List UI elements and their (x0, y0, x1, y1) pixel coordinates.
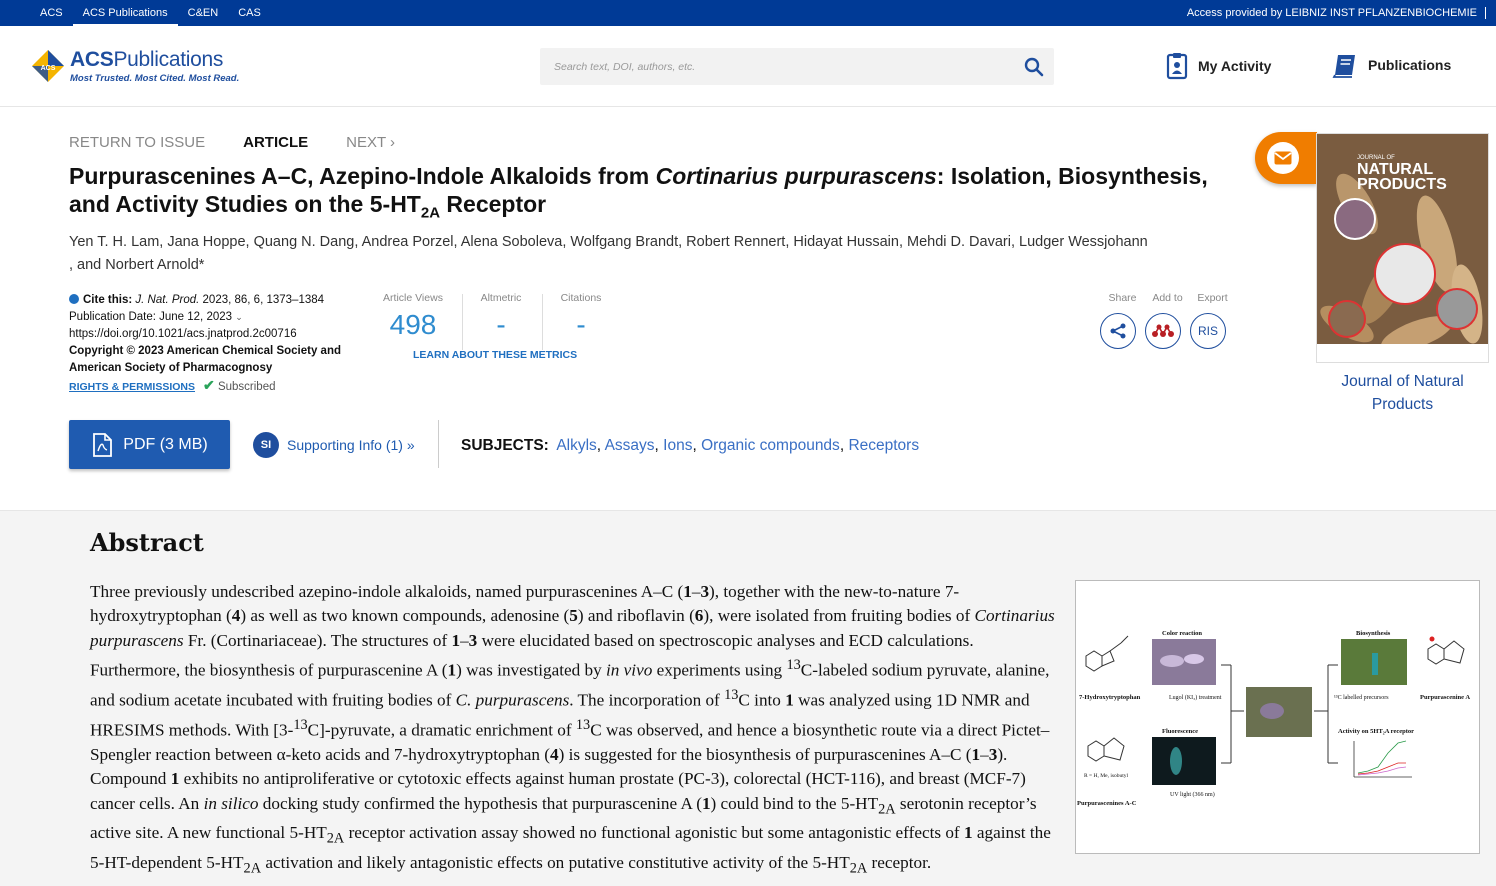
top-bar: ACS ACS Publications C&EN CAS Access pro… (0, 0, 1496, 26)
export-label: Export (1197, 292, 1228, 304)
subject-link-ions[interactable]: Ions (663, 437, 692, 454)
add-to-mendeley-button[interactable] (1145, 313, 1181, 349)
copyright-text: Copyright © 2023 American Chemical Socie… (69, 345, 341, 374)
doi-link[interactable]: https://doi.org/10.1021/acs.jnatprod.2c0… (69, 326, 359, 343)
svg-text:Lugol (KI₃) treatment: Lugol (KI₃) treatment (1169, 694, 1222, 701)
top-link-acs-publications[interactable]: ACS Publications (72, 0, 178, 26)
share-button[interactable] (1100, 313, 1136, 349)
article-title: Purpurascenines A–C, Azepino-Indole Alka… (69, 163, 1208, 222)
author-list: Yen T. H. Lam, Jana Hoppe, Quang N. Dang… (69, 231, 1219, 277)
altmetric-metric: Altmetric - (480, 292, 522, 340)
journal-cover-image[interactable]: JOURNAL OF NATURAL PRODUCTS (1316, 133, 1489, 363)
my-activity-label: My Activity (1198, 58, 1272, 74)
svg-text:ACS: ACS (41, 65, 56, 72)
top-links: ACS ACS Publications C&EN CAS (30, 0, 271, 26)
subjects-label: SUBJECTS: (461, 437, 549, 454)
subject-link-alkyls[interactable]: Alkyls (556, 437, 596, 454)
envelope-icon (1274, 151, 1292, 165)
subscribed-badge: ✔ Subscribed (203, 377, 276, 393)
svg-text:Activity on 5HT₂A receptor: Activity on 5HT₂A receptor (1338, 728, 1414, 735)
authors-line-2[interactable]: , and Norbert Arnold* (69, 254, 1219, 277)
article-views-metric: Article Views 498 (383, 292, 443, 340)
logo-tagline: Most Trusted. Most Cited. Most Read. (70, 73, 240, 84)
subject-link-assays[interactable]: Assays (605, 437, 655, 454)
search-bar (540, 48, 1054, 85)
search-input[interactable] (540, 48, 1010, 85)
pdf-label: PDF (3 MB) (123, 435, 208, 453)
check-circle-icon (69, 294, 79, 304)
top-link-cas[interactable]: CAS (228, 0, 271, 26)
acs-logo-icon: ACS (30, 48, 66, 84)
citation-block: Cite this: J. Nat. Prod. 2023, 86, 6, 13… (69, 292, 359, 396)
share-panel: Share Add to Export RIS (1100, 292, 1240, 349)
authors-line-1[interactable]: Yen T. H. Lam, Jana Hoppe, Quang N. Dang… (69, 231, 1219, 254)
acs-publications-logo[interactable]: ACS ACSPublications Most Trusted. Most C… (30, 48, 239, 84)
cite-ref: 2023, 86, 6, 1373–1384 (199, 294, 325, 306)
article-tab[interactable]: ARTICLE (243, 134, 308, 151)
my-activity-button[interactable]: My Activity (1166, 52, 1271, 80)
svg-text:UV light (366 nm): UV light (366 nm) (1170, 791, 1215, 798)
toc-graphic[interactable]: 7-Hydroxytryptophan Color reaction Lugol… (1075, 580, 1480, 854)
logo-brand: ACSPublications (70, 48, 224, 71)
svg-text:7-Hydroxytryptophan: 7-Hydroxytryptophan (1079, 694, 1141, 701)
supporting-info-label: Supporting Info (1) » (287, 437, 415, 453)
journal-name-link[interactable]: Journal of Natural Products (1316, 370, 1489, 416)
metrics-panel: Article Views 498 Altmetric - Citations … (380, 292, 601, 372)
article-nav: RETURN TO ISSUE ARTICLE NEXT › (69, 134, 433, 151)
svg-text:PRODUCTS: PRODUCTS (1357, 176, 1447, 193)
subjects: SUBJECTS: Alkyls, Assays, Ions, Organic … (461, 437, 920, 454)
pdf-download-button[interactable]: PDF (3 MB) (69, 420, 230, 469)
learn-metrics-link[interactable]: LEARN ABOUT THESE METRICS (413, 349, 577, 361)
top-link-cen[interactable]: C&EN (178, 0, 229, 26)
svg-text:Purpurascenine A: Purpurascenine A (1420, 694, 1470, 701)
divider (438, 420, 439, 468)
email-alert-button[interactable] (1255, 132, 1317, 184)
export-ris-button[interactable]: RIS (1190, 313, 1226, 349)
supporting-info-link[interactable]: SI Supporting Info (1) » (253, 432, 415, 458)
svg-text:Color reaction: Color reaction (1162, 630, 1202, 637)
abstract-text: Three previously undescribed azepino-ind… (90, 582, 1055, 877)
cite-journal: J. Nat. Prod. (135, 294, 200, 306)
chevron-down-icon: ⌄ (235, 312, 243, 322)
subject-link-organic-compounds[interactable]: Organic compounds (701, 437, 840, 454)
publication-date[interactable]: Publication Date: June 12, 2023 ⌄ (69, 309, 359, 326)
mendeley-icon (1152, 324, 1174, 337)
abstract-heading: Abstract (90, 528, 204, 557)
activity-icon (1166, 53, 1188, 80)
svg-text:R = H, Me, isobutyl: R = H, Me, isobutyl (1084, 773, 1129, 779)
rights-permissions-link[interactable]: RIGHTS & PERMISSIONS (69, 381, 195, 393)
site-header: ACS ACSPublications Most Trusted. Most C… (0, 26, 1496, 107)
return-to-issue-link[interactable]: RETURN TO ISSUE (69, 134, 205, 151)
add-to-label: Add to (1152, 292, 1183, 304)
svg-text:Purpurascenines A-C: Purpurascenines A-C (1077, 800, 1137, 807)
subject-link-receptors[interactable]: Receptors (848, 437, 919, 454)
svg-text:Biosynthesis: Biosynthesis (1356, 630, 1391, 637)
checkmark-icon: ✔ (203, 377, 215, 393)
svg-text:Fluorescence: Fluorescence (1162, 728, 1198, 735)
book-icon (1332, 55, 1355, 78)
access-provided-text: Access provided by LEIBNIZ INST PFLANZEN… (1187, 0, 1486, 26)
citations-metric: Citations - (560, 292, 602, 340)
share-label: Share (1108, 292, 1137, 304)
pdf-icon (93, 432, 113, 457)
si-badge: SI (253, 432, 279, 458)
cite-label: Cite this: (83, 294, 133, 306)
share-icon (1110, 323, 1126, 339)
svg-text:¹³C labelled precursors: ¹³C labelled precursors (1334, 695, 1389, 701)
search-icon[interactable] (1024, 57, 1044, 77)
publications-label: Publications (1368, 57, 1452, 73)
next-link[interactable]: NEXT › (346, 134, 395, 151)
publications-button[interactable]: Publications (1332, 52, 1451, 78)
top-link-acs[interactable]: ACS (30, 0, 73, 26)
